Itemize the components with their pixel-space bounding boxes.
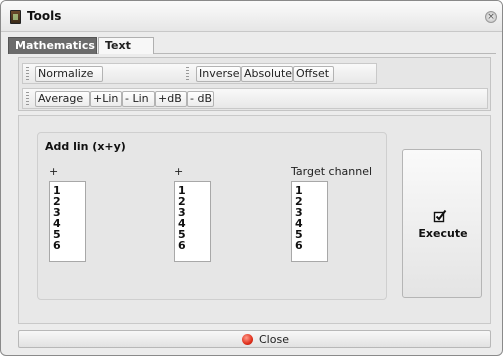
toolbar-area: Normalize Inverse Absolute Offset Averag…: [18, 57, 491, 111]
minus-db-button[interactable]: - dB: [187, 91, 214, 107]
group-title: Add lin (x+y): [45, 140, 126, 153]
plus-lin-button[interactable]: +Lin: [90, 91, 122, 107]
absolute-button[interactable]: Absolute: [241, 66, 293, 82]
red-circle-icon: [242, 334, 253, 345]
offset-button[interactable]: Offset: [293, 66, 334, 82]
main-panel: Add lin (x+y) + 1 2 3 4 5 6 + 1 2 3 4 5 …: [18, 115, 491, 324]
operand-2-label: +: [174, 165, 184, 178]
toolbar-row-1: Normalize Inverse Absolute Offset: [22, 63, 377, 84]
target-channel-label: Target channel: [291, 165, 373, 178]
close-button[interactable]: Close: [18, 330, 491, 348]
plus-db-button[interactable]: +dB: [155, 91, 187, 107]
list-item[interactable]: 6: [178, 240, 210, 251]
operand-1-label: +: [49, 165, 59, 178]
checkbox-icon: [433, 209, 447, 223]
list-item[interactable]: 6: [295, 240, 327, 251]
average-button[interactable]: Average: [35, 91, 90, 107]
operand-2-list[interactable]: 1 2 3 4 5 6: [174, 181, 211, 262]
tab-bar: Mathematics Text: [8, 37, 496, 54]
tools-window: Tools × Mathematics Text Normalize Inver…: [0, 0, 503, 356]
title-bar: Tools ×: [1, 1, 502, 32]
toolbar-row-2: Average +Lin - Lin +dB - dB: [22, 88, 488, 109]
toolbar-grip-icon[interactable]: [26, 67, 29, 80]
operand-1-list[interactable]: 1 2 3 4 5 6: [49, 181, 86, 262]
normalize-button[interactable]: Normalize: [35, 66, 103, 82]
list-item[interactable]: 6: [53, 240, 85, 251]
target-channel-list[interactable]: 1 2 3 4 5 6: [291, 181, 328, 262]
window-close-icon[interactable]: ×: [485, 11, 497, 23]
close-label: Close: [259, 333, 289, 346]
toolbar-grip-icon[interactable]: [186, 67, 189, 80]
tab-text[interactable]: Text: [98, 37, 154, 54]
toolbar-grip-icon[interactable]: [26, 92, 29, 105]
tab-mathematics[interactable]: Mathematics: [8, 37, 97, 54]
inverse-button[interactable]: Inverse: [196, 66, 241, 82]
execute-button[interactable]: Execute: [402, 149, 482, 298]
add-lin-group: Add lin (x+y) + 1 2 3 4 5 6 + 1 2 3 4 5 …: [37, 132, 387, 300]
window-title: Tools: [27, 9, 62, 23]
app-icon: [10, 10, 21, 24]
minus-lin-button[interactable]: - Lin: [122, 91, 155, 107]
execute-label: Execute: [418, 227, 468, 240]
